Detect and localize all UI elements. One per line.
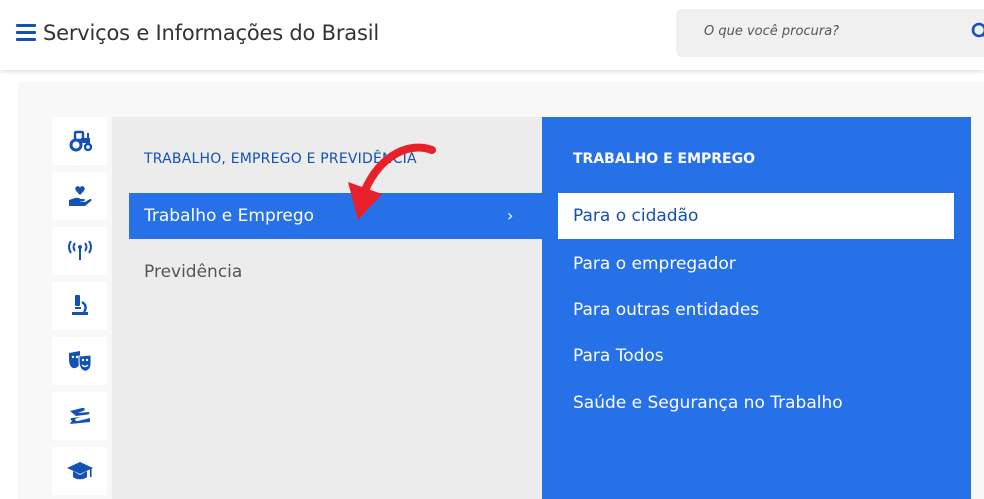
submenu-column: TRABALHO E EMPREGO Para o cidadão Para o… — [542, 117, 971, 499]
category-icon-column — [52, 117, 107, 499]
submenu-item-para-o-empregador[interactable]: Para o empregador — [573, 254, 736, 274]
category-social-assistance[interactable] — [52, 172, 107, 220]
submenu-item-para-outras-entidades[interactable]: Para outras entidades — [573, 300, 759, 320]
submenu-item-para-o-cidadao[interactable]: Para o cidadão — [558, 193, 954, 239]
menu-column: TRABALHO, EMPREGO E PREVIDÊNCIA Trabalho… — [112, 117, 542, 499]
category-agriculture[interactable] — [52, 117, 107, 165]
search-input[interactable] — [704, 24, 964, 39]
graduation-cap-icon — [66, 462, 93, 480]
menu-item-previdencia[interactable]: Previdência — [144, 262, 242, 282]
category-communications[interactable] — [52, 227, 107, 275]
antenna-icon — [67, 240, 92, 260]
theater-masks-icon — [68, 351, 91, 372]
site-header: Serviços e Informações do Brasil — [0, 0, 984, 70]
hamburger-menu-icon[interactable] — [16, 24, 36, 42]
microscope-icon — [71, 295, 88, 315]
tractor-icon — [69, 130, 92, 152]
category-education[interactable] — [52, 447, 107, 495]
handshake-icon — [69, 407, 90, 424]
hand-heart-icon — [68, 186, 91, 206]
annotation-arrow-icon — [348, 143, 436, 220]
submenu-item-label: Para o cidadão — [573, 206, 699, 226]
submenu-item-para-todos[interactable]: Para Todos — [573, 346, 664, 366]
submenu-item-saude-e-seguranca[interactable]: Saúde e Segurança no Trabalho — [573, 393, 843, 413]
site-title[interactable]: Serviços e Informações do Brasil — [43, 21, 379, 45]
search-box[interactable] — [676, 9, 984, 57]
category-citizenship[interactable] — [52, 392, 107, 440]
chevron-right-icon: › — [507, 206, 514, 225]
submenu-section-title: TRABALHO E EMPREGO — [573, 151, 756, 167]
menu-item-label: Trabalho e Emprego — [144, 206, 315, 226]
category-science[interactable] — [52, 282, 107, 330]
category-culture[interactable] — [52, 337, 107, 385]
search-icon[interactable] — [971, 22, 984, 42]
